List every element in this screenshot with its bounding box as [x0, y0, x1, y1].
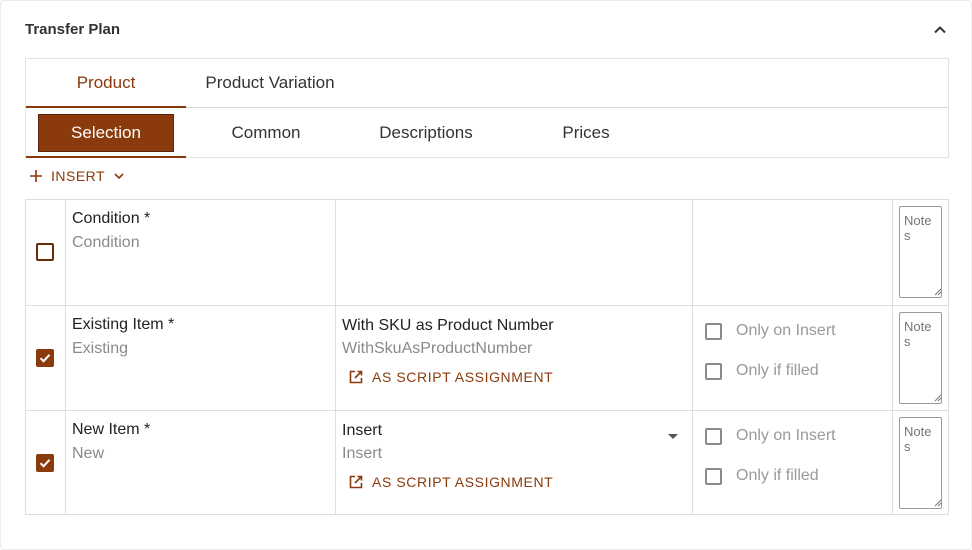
open-in-new-icon: [349, 475, 363, 489]
option-label: Only if filled: [736, 467, 819, 484]
panel-header[interactable]: Transfer Plan: [25, 19, 949, 41]
field-name-cell: New Item * New: [66, 411, 336, 515]
options-cell: Only on Insert Only if filled: [693, 411, 893, 515]
notes-cell: [893, 200, 948, 305]
chevron-down-icon[interactable]: [113, 170, 125, 182]
check-icon: [39, 354, 51, 363]
open-in-new-icon: [349, 370, 363, 384]
value-cell[interactable]: With SKU as Product Number WithSkuAsProd…: [336, 306, 693, 410]
field-label: Condition *: [72, 210, 151, 227]
row-checkbox[interactable]: [36, 349, 54, 367]
field-key: Condition: [72, 234, 140, 251]
selected-value: Insert: [342, 422, 383, 439]
script-link-label: AS SCRIPT ASSIGNMENT: [372, 474, 554, 490]
script-link-label: AS SCRIPT ASSIGNMENT: [372, 369, 554, 385]
tab-label: Selection: [71, 122, 141, 142]
notes-cell: [893, 306, 948, 410]
value-select[interactable]: Insert Insert AS SCRIPT ASSIGNMENT: [336, 411, 693, 515]
tab-product[interactable]: Product: [26, 59, 186, 108]
table-row: Condition * Condition: [26, 200, 948, 305]
section-tabs: Selection Common Descriptions Prices: [25, 108, 949, 158]
row-select-cell: [26, 306, 66, 410]
value-key: Insert: [342, 445, 383, 462]
transfer-plan-panel: Transfer Plan Product Product Variation …: [0, 0, 972, 550]
checkbox-box: [705, 467, 722, 485]
mapping-grid: Condition * Condition Existing Item * Ex…: [25, 199, 949, 515]
panel-title: Transfer Plan: [25, 21, 121, 38]
tab-descriptions[interactable]: Descriptions: [346, 108, 506, 157]
notes-field[interactable]: [899, 417, 942, 509]
tab-selection-pill: Selection: [38, 113, 174, 152]
insert-label: INSERT: [51, 168, 106, 184]
field-key: New: [72, 445, 105, 462]
checkbox-box: [705, 427, 722, 445]
check-icon: [39, 459, 51, 468]
option-label: Only on Insert: [736, 427, 836, 444]
row-select-cell: [26, 411, 66, 515]
chevron-up-icon[interactable]: [931, 21, 949, 39]
table-row: Existing Item * Existing With SKU as Pro…: [26, 305, 948, 410]
tab-label: Product Variation: [205, 73, 335, 92]
value-key: WithSkuAsProductNumber: [342, 340, 533, 357]
tab-product-variation[interactable]: Product Variation: [186, 59, 354, 107]
notes-cell: [893, 411, 948, 515]
as-script-assignment-button[interactable]: AS SCRIPT ASSIGNMENT: [348, 474, 553, 490]
field-name-cell: Existing Item * Existing: [66, 306, 336, 410]
row-checkbox[interactable]: [36, 243, 54, 261]
only-if-filled-checkbox[interactable]: Only if filled: [705, 467, 819, 485]
field-key: Existing: [72, 340, 129, 357]
options-cell: Only on Insert Only if filled: [693, 306, 893, 410]
option-label: Only on Insert: [736, 322, 836, 339]
dropdown-arrow-icon[interactable]: [668, 434, 678, 439]
resize-grip-icon[interactable]: [934, 394, 942, 402]
insert-button[interactable]: INSERT: [29, 165, 125, 187]
tab-label: Common: [231, 122, 301, 142]
options-cell: [693, 200, 893, 305]
entity-tabs: Product Product Variation: [25, 58, 949, 108]
tab-common[interactable]: Common: [186, 108, 346, 157]
only-if-filled-checkbox[interactable]: Only if filled: [705, 362, 819, 380]
tab-selection[interactable]: Selection: [26, 108, 186, 158]
resize-grip-icon[interactable]: [934, 499, 942, 507]
value-label: With SKU as Product Number: [342, 317, 554, 334]
row-checkbox[interactable]: [36, 454, 54, 472]
field-label: New Item *: [72, 421, 151, 438]
resize-grip-icon[interactable]: [934, 288, 942, 296]
tab-label: Prices: [562, 122, 610, 142]
option-label: Only if filled: [736, 362, 819, 379]
table-row: New Item * New Insert Insert AS SCRIPT A…: [26, 410, 948, 515]
notes-field[interactable]: [899, 312, 942, 404]
notes-field[interactable]: [899, 206, 942, 298]
value-cell[interactable]: [336, 200, 693, 305]
plus-icon: [29, 169, 43, 183]
as-script-assignment-button[interactable]: AS SCRIPT ASSIGNMENT: [348, 369, 553, 385]
row-select-cell: [26, 200, 66, 305]
only-on-insert-checkbox[interactable]: Only on Insert: [705, 427, 836, 445]
tab-label: Product: [76, 73, 136, 92]
checkbox-box: [705, 362, 722, 380]
tab-label: Descriptions: [379, 122, 473, 142]
field-label: Existing Item *: [72, 316, 175, 333]
tab-prices[interactable]: Prices: [506, 108, 666, 157]
checkbox-box: [705, 322, 722, 340]
field-name-cell: Condition * Condition: [66, 200, 336, 305]
only-on-insert-checkbox[interactable]: Only on Insert: [705, 322, 836, 340]
